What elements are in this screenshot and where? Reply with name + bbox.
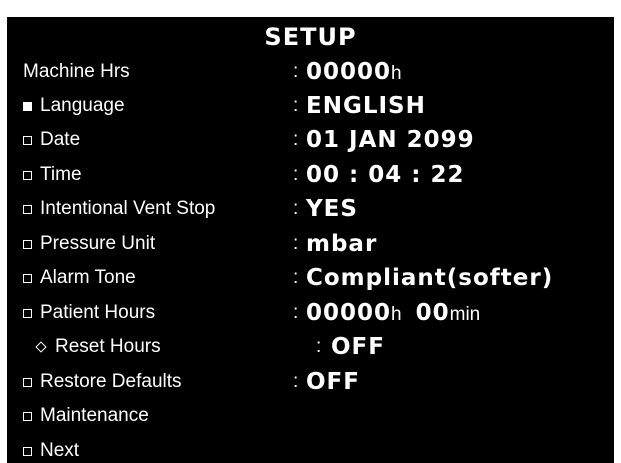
selected-square-icon xyxy=(23,101,32,111)
separator: : xyxy=(293,61,299,82)
time-value: 00 : 04 : 22 xyxy=(306,162,465,188)
alarm-tone-label: Alarm Tone xyxy=(40,267,136,288)
setup-screen: SETUP Machine Hrs : 00000h Language : EN… xyxy=(7,17,614,463)
menu-item-language[interactable]: Language : ENGLISH xyxy=(7,89,614,123)
square-icon xyxy=(23,170,32,180)
machine-hrs-number: 00000 xyxy=(306,59,392,85)
patient-minutes-unit: min xyxy=(449,304,481,325)
vent-stop-label-wrap: Intentional Vent Stop xyxy=(23,192,215,226)
reset-hours-value: OFF xyxy=(331,334,385,360)
language-label-wrap: Language xyxy=(23,89,125,123)
next-label: Next xyxy=(40,440,80,461)
menu-row-machine-hrs: Machine Hrs : 00000h xyxy=(7,55,614,89)
separator: : xyxy=(293,371,299,392)
diamond-icon xyxy=(35,341,47,353)
reset-hours-label: Reset Hours xyxy=(55,336,161,357)
square-icon xyxy=(23,308,32,318)
square-icon xyxy=(23,446,32,456)
separator: : xyxy=(293,198,299,219)
patient-minutes-number: 00 xyxy=(415,300,450,326)
vent-stop-value: YES xyxy=(306,196,358,222)
restore-defaults-label: Restore Defaults xyxy=(40,371,182,392)
restore-defaults-label-wrap: Restore Defaults xyxy=(23,365,182,399)
machine-hrs-label: Machine Hrs xyxy=(23,61,130,82)
square-icon xyxy=(23,204,32,214)
machine-hrs-unit: h xyxy=(391,63,402,84)
separator: : xyxy=(293,164,299,185)
menu-item-restore-defaults[interactable]: Restore Defaults : OFF xyxy=(7,365,614,399)
date-label: Date xyxy=(40,129,81,150)
alarm-tone-value: Compliant(softer) xyxy=(306,265,554,291)
separator: : xyxy=(316,336,322,357)
alarm-tone-label-wrap: Alarm Tone xyxy=(23,261,136,295)
patient-hours-value: 00000h 00min xyxy=(306,296,480,330)
submenu-item-reset-hours[interactable]: Reset Hours : OFF xyxy=(7,330,614,364)
vent-stop-label: Intentional Vent Stop xyxy=(40,198,216,219)
pressure-unit-label: Pressure Unit xyxy=(40,233,156,254)
menu-item-pressure-unit[interactable]: Pressure Unit : mbar xyxy=(7,227,614,261)
menu-item-next[interactable]: Next xyxy=(7,434,614,463)
patient-hours-unit: h xyxy=(391,304,402,325)
language-label: Language xyxy=(40,95,125,116)
language-value: ENGLISH xyxy=(306,93,426,119)
pressure-unit-label-wrap: Pressure Unit xyxy=(23,227,155,261)
square-icon xyxy=(23,411,32,421)
time-label: Time xyxy=(40,164,82,185)
separator: : xyxy=(293,233,299,254)
menu-item-alarm-tone[interactable]: Alarm Tone : Compliant(softer) xyxy=(7,261,614,295)
separator: : xyxy=(293,302,299,323)
separator: : xyxy=(293,267,299,288)
page-title: SETUP xyxy=(264,23,357,51)
restore-defaults-value: OFF xyxy=(306,369,360,395)
separator: : xyxy=(293,129,299,150)
date-value: 01 JAN 2099 xyxy=(306,127,475,153)
menu-item-date[interactable]: Date : 01 JAN 2099 xyxy=(7,123,614,157)
time-label-wrap: Time xyxy=(23,158,82,192)
machine-hrs-value: 00000h xyxy=(306,55,402,89)
reset-hours-label-wrap: Reset Hours xyxy=(35,330,161,364)
menu-item-maintenance[interactable]: Maintenance xyxy=(7,399,614,433)
date-label-wrap: Date xyxy=(23,123,80,157)
separator: : xyxy=(293,95,299,116)
patient-hours-label-wrap: Patient Hours xyxy=(23,296,155,330)
square-icon xyxy=(23,239,32,249)
patient-hours-label: Patient Hours xyxy=(40,302,156,323)
square-icon xyxy=(23,377,32,387)
next-label-wrap: Next xyxy=(23,434,79,463)
menu-item-time[interactable]: Time : 00 : 04 : 22 xyxy=(7,158,614,192)
menu-item-patient-hours[interactable]: Patient Hours : 00000h 00min xyxy=(7,296,614,330)
square-icon xyxy=(23,273,32,283)
patient-hours-number: 00000 xyxy=(306,300,392,326)
menu-item-intentional-vent-stop[interactable]: Intentional Vent Stop : YES xyxy=(7,192,614,226)
maintenance-label: Maintenance xyxy=(40,405,149,426)
pressure-unit-value: mbar xyxy=(306,231,378,257)
maintenance-label-wrap: Maintenance xyxy=(23,399,149,433)
square-icon xyxy=(23,135,32,145)
